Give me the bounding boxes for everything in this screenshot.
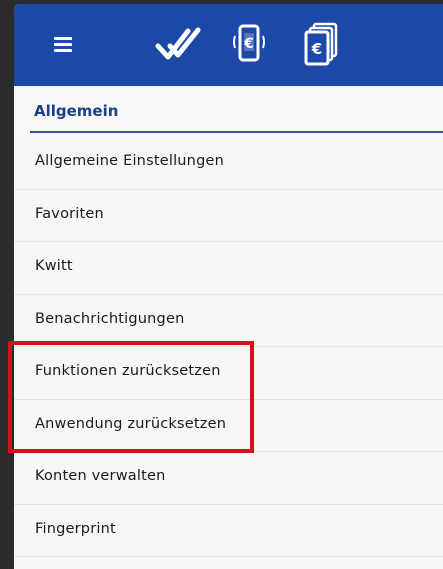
menu-icon[interactable] (54, 37, 72, 52)
menu-item-kwitt[interactable]: Kwitt (14, 242, 443, 295)
menu-item-allgemeine-einstellungen[interactable]: Allgemeine Einstellungen (14, 137, 443, 190)
menu-item-label: Allgemeine Einstellungen (35, 153, 224, 169)
menu-item-label: Kwitt (35, 258, 73, 274)
menu-item-anwendung-zuruecksetzen[interactable]: Anwendung zurücksetzen (14, 399, 443, 452)
top-app-bar: € € (14, 4, 443, 86)
app-screen: € € Allgemein Allgemeine Einstellungen F… (14, 4, 443, 569)
menu-item-label: Konten verwalten (35, 468, 166, 484)
menu-item-label: Benachrichtigungen (35, 310, 185, 327)
checkmark-logo-icon[interactable] (154, 22, 204, 66)
section-divider (30, 131, 443, 133)
settings-menu: Allgemeine Einstellungen Favoriten Kwitt… (14, 137, 443, 557)
menu-item-label: Fingerprint (35, 520, 116, 537)
mobile-euro-icon[interactable]: € (232, 22, 266, 66)
menu-item-favoriten[interactable]: Favoriten (14, 189, 443, 242)
euro-cards-icon[interactable]: € (302, 22, 342, 66)
menu-item-label: Anwendung zurücksetzen (35, 415, 227, 432)
menu-item-konten-verwalten[interactable]: Konten verwalten (14, 452, 443, 505)
menu-item-fingerprint[interactable]: Fingerprint (14, 504, 443, 557)
menu-item-label: Favoriten (35, 205, 104, 222)
menu-item-label: Funktionen zurücksetzen (35, 363, 221, 379)
svg-text:€: € (311, 40, 322, 58)
menu-item-benachrichtigungen[interactable]: Benachrichtigungen (14, 294, 443, 347)
svg-text:€: € (243, 36, 254, 52)
menu-item-funktionen-zuruecksetzen[interactable]: Funktionen zurücksetzen (14, 347, 443, 400)
section-title: Allgemein (34, 102, 119, 120)
